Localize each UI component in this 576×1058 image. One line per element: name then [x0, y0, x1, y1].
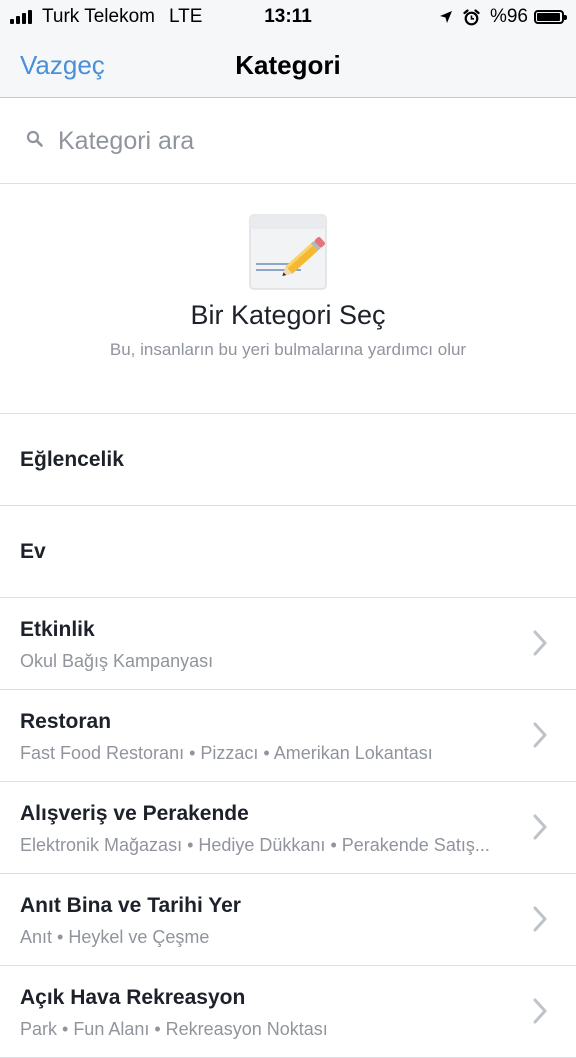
category-subtitle: Fast Food Restoranı • Pizzacı • Amerikan…: [20, 743, 433, 763]
chevron-right-icon: [533, 722, 547, 748]
category-header: Bir Kategori Seç Bu, insanların bu yeri …: [0, 184, 576, 414]
battery-icon: [534, 10, 567, 24]
category-title: Açık Hava Rekreasyon: [20, 986, 246, 1009]
category-row-restoran[interactable]: Restoran Fast Food Restoranı • Pizzacı •…: [0, 690, 576, 782]
chevron-right-icon: [533, 630, 547, 656]
category-subtitle: Park • Fun Alanı • Rekreasyon Noktası: [20, 1019, 328, 1039]
battery-percent: %96: [489, 6, 528, 27]
chevron-right-icon: [533, 906, 547, 932]
category-title: Ev: [20, 540, 46, 563]
cancel-button[interactable]: Vazgeç: [20, 50, 105, 81]
category-title: Anıt Bina ve Tarihi Yer: [20, 894, 241, 917]
navigation-bar: Vazgeç Kategori: [0, 34, 576, 98]
category-title: Etkinlik: [20, 618, 95, 641]
category-row-acik-hava[interactable]: Açık Hava Rekreasyon Park • Fun Alanı • …: [0, 966, 576, 1058]
search-icon: [26, 130, 43, 147]
status-right: %96: [439, 6, 567, 28]
category-row-eglencelik[interactable]: Eğlencelik: [0, 414, 576, 506]
category-title: Alışveriş ve Perakende: [20, 802, 249, 825]
header-subtitle: Bu, insanların bu yeri bulmalarına yardı…: [109, 340, 467, 359]
pencil-note-icon: [249, 214, 327, 290]
search-input[interactable]: [56, 120, 560, 162]
category-subtitle: Okul Bağış Kampanyası: [20, 651, 214, 671]
category-row-alisveris[interactable]: Alışveriş ve Perakende Elektronik Mağaza…: [0, 782, 576, 874]
category-list: Eğlencelik Ev Etkinlik Okul Bağış Kampan…: [0, 414, 576, 1058]
category-title: Restoran: [20, 710, 112, 733]
category-title: Eğlencelik: [20, 448, 124, 471]
battery-level-fill: [537, 13, 560, 21]
category-row-anit-bina[interactable]: Anıt Bina ve Tarihi Yer Anıt • Heykel ve…: [0, 874, 576, 966]
status-bar: Turk Telekom LTE 13:11 %96: [0, 0, 576, 34]
category-row-ev[interactable]: Ev: [0, 506, 576, 598]
alarm-clock-icon: [463, 8, 480, 25]
location-arrow-icon: [439, 11, 452, 23]
chevron-right-icon: [533, 998, 547, 1024]
category-row-etkinlik[interactable]: Etkinlik Okul Bağış Kampanyası: [0, 598, 576, 690]
category-subtitle: Anıt • Heykel ve Çeşme: [20, 927, 210, 947]
category-subtitle: Elektronik Mağazası • Hediye Dükkanı • P…: [20, 835, 490, 855]
search-bar: [0, 98, 576, 184]
chevron-right-icon: [533, 814, 547, 840]
header-title: Bir Kategori Seç: [190, 300, 386, 330]
